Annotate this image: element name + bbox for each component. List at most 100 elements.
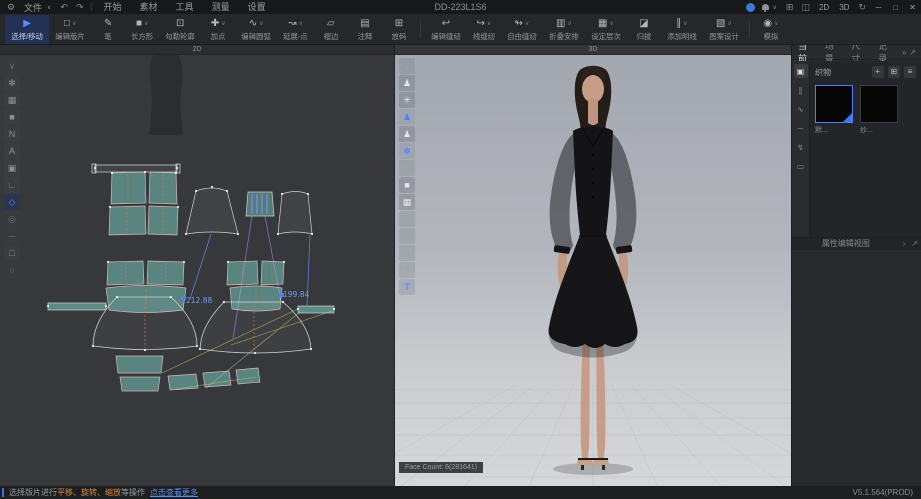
pattern-piece-waistband[interactable] xyxy=(92,164,180,173)
property-expand-icon[interactable]: ↗ xyxy=(908,239,921,248)
tabs-expand-icon[interactable]: ↗ xyxy=(909,48,921,57)
close-button[interactable]: ✕ xyxy=(904,3,921,12)
pattern-2d-canvas[interactable]: 212.88 199.84 xyxy=(0,45,394,486)
layout-dual-icon[interactable]: ◫ xyxy=(797,2,814,13)
stitch-line-icon[interactable]: ∿ xyxy=(794,102,808,116)
avatar-show-icon[interactable]: ♟ xyxy=(399,109,415,125)
trim-icon[interactable]: ▭ xyxy=(794,159,808,173)
menu-start[interactable]: 开始 xyxy=(95,0,131,14)
pattern-piece-pleat[interactable] xyxy=(246,192,274,216)
snap-icon[interactable]: ✻ xyxy=(4,75,20,91)
pattern-piece-band-right[interactable] xyxy=(298,306,334,313)
corner-tool-icon[interactable]: ∟ xyxy=(4,177,20,193)
maximize-button[interactable]: □ xyxy=(887,3,904,12)
show-names-icon[interactable]: N xyxy=(4,126,20,142)
tool-seam-edge[interactable]: ▱ 褶边 xyxy=(314,15,348,44)
tool-press[interactable]: ◪ 归拔 xyxy=(627,15,661,44)
status-more-link[interactable]: 点击查看更多 xyxy=(150,487,198,498)
tool-annotation[interactable]: ▤ 注释 xyxy=(348,15,382,44)
layout-quad-icon[interactable]: ⊞ xyxy=(782,2,798,13)
property-editor-bar[interactable]: 属性编辑视图 › ↗ xyxy=(792,237,921,250)
garment-wireframe-icon[interactable]: T xyxy=(399,279,415,295)
tool-pattern-design[interactable]: ▧∨ 图案设计 xyxy=(703,15,745,44)
grid-toggle-icon[interactable]: ▦ xyxy=(4,92,20,108)
tool-fold-arrange[interactable]: ▥∨ 折叠安排 xyxy=(543,15,585,44)
pattern-piece-skirt-center[interactable] xyxy=(200,302,311,353)
tool-add-point[interactable]: ✚∨ 加点 xyxy=(201,15,235,44)
tool-edit-pattern[interactable]: □∨ 编辑版片 xyxy=(49,15,91,44)
pattern-piece-sleeve-right[interactable] xyxy=(278,192,312,235)
pose-icon[interactable]: ✳ xyxy=(399,92,415,108)
avatar-display-icon[interactable]: ♟ xyxy=(399,75,415,91)
dropdown-chevron-icon[interactable]: ∨ xyxy=(259,20,263,27)
strip-collapse-icon[interactable]: ∨ xyxy=(399,58,415,74)
topstitch-icon[interactable]: ∥ xyxy=(794,83,808,97)
piping-icon[interactable]: ─ xyxy=(794,121,808,135)
lighting-icon[interactable]: ↯ xyxy=(794,140,808,154)
user-avatar[interactable] xyxy=(746,3,755,12)
tool-simulate[interactable]: ◉∨ 模拟 xyxy=(754,15,788,44)
pattern-pieces-bodice-top[interactable] xyxy=(109,172,178,235)
pin-icon[interactable]: ↧ xyxy=(399,211,415,227)
dropdown-chevron-icon[interactable]: ∨ xyxy=(727,20,731,27)
show-3d-box-icon[interactable]: ◇ xyxy=(4,194,20,210)
freeze-icon[interactable]: ✻ xyxy=(399,143,415,159)
bell-chevron-icon[interactable]: ∨ xyxy=(772,4,782,11)
pattern-fill-icon[interactable]: ■ xyxy=(4,109,20,125)
tool-edit-sewing[interactable]: ↩ 编辑缝纫 xyxy=(425,15,467,44)
tool-add-topstitch[interactable]: ∥∨ 添加明线 xyxy=(661,15,703,44)
undo-icon[interactable]: ↶ xyxy=(56,2,72,13)
dropdown-chevron-icon[interactable]: ∨ xyxy=(525,20,529,27)
view-2d-button[interactable]: 2D xyxy=(814,3,834,12)
dropdown-chevron-icon[interactable]: ∨ xyxy=(487,20,491,27)
notification-bell-icon[interactable] xyxy=(761,3,770,12)
menu-material[interactable]: 素材 xyxy=(131,0,167,14)
show-layers-icon[interactable]: ▣ xyxy=(4,160,20,176)
menu-tools[interactable]: 工具 xyxy=(167,0,203,14)
shape-icon[interactable]: ○ xyxy=(4,262,20,278)
fabric-icon[interactable]: ▣ xyxy=(794,64,808,78)
redo-icon[interactable]: ↷ xyxy=(72,2,88,13)
property-chevron-icon[interactable]: › xyxy=(900,239,909,248)
tool-rectangle[interactable]: ■∨ 长方形 xyxy=(125,15,159,44)
dropdown-chevron-icon[interactable]: ∨ xyxy=(683,20,687,27)
dropdown-chevron-icon[interactable]: ∨ xyxy=(774,20,778,27)
page-icon[interactable]: □ xyxy=(4,245,20,261)
add-fabric-button[interactable]: + xyxy=(872,66,884,78)
tool-select-move[interactable]: ▶ 选择/移动 xyxy=(5,15,49,44)
minimize-button[interactable]: ─ xyxy=(870,3,887,12)
mesh-grid-icon[interactable]: ▦ xyxy=(399,194,415,210)
dropdown-chevron-icon[interactable]: ∨ xyxy=(72,20,76,27)
fabric-swatch[interactable]: 纱... xyxy=(860,85,900,135)
view-3d-button[interactable]: 3D xyxy=(834,3,854,12)
fabric-thumbnail[interactable] xyxy=(815,85,853,123)
tool-extend-point[interactable]: ↝∨ 延展-点 xyxy=(277,15,314,44)
show-avatar-icon[interactable]: ◎ xyxy=(4,211,20,227)
show-annotations-icon[interactable]: A xyxy=(4,143,20,159)
tool-set-layers[interactable]: ▦∨ 设定层次 xyxy=(585,15,627,44)
tool-pen[interactable]: ✎ 笔 xyxy=(91,15,125,44)
dropdown-chevron-icon[interactable]: ∨ xyxy=(299,20,303,27)
refresh-icon[interactable]: ↻ xyxy=(854,2,870,13)
dropdown-chevron-icon[interactable]: ∨ xyxy=(221,20,225,27)
dropdown-chevron-icon[interactable]: ∨ xyxy=(567,20,571,27)
avatar-alt-icon[interactable]: ♟ xyxy=(399,126,415,142)
surface-dim-icon[interactable]: ◻ xyxy=(399,160,415,176)
tool-grading[interactable]: ⊞ 放码 xyxy=(382,15,416,44)
viewport-3d[interactable]: 3D ∨ ♟ ✳ ♟ ♟ ✻ ◻ ■ ▦ ↧ ⌖ ♙ T T Face Coun… xyxy=(394,45,791,486)
tool-edit-arc[interactable]: ∿∨ 编辑圆弧 xyxy=(235,15,277,44)
list-view-icon[interactable]: ≡ xyxy=(904,66,916,78)
mannequin-icon[interactable]: ♙ xyxy=(399,245,415,261)
tool-free-sewing[interactable]: ↬∨ 自由缝纫 xyxy=(501,15,543,44)
measure-tape-icon[interactable]: ⌖ xyxy=(399,228,415,244)
dropdown-chevron-icon[interactable]: ∨ xyxy=(609,20,613,27)
pattern-piece-band-left[interactable] xyxy=(48,303,106,310)
garment-dim-icon[interactable]: T xyxy=(399,262,415,278)
surface-icon[interactable]: ■ xyxy=(399,177,415,193)
strip-collapse-icon[interactable]: ∨ xyxy=(4,58,20,74)
fabric-thumbnail[interactable] xyxy=(860,85,898,123)
pattern-pieces-bottom[interactable] xyxy=(116,356,260,391)
grid-view-icon[interactable]: ⊞ xyxy=(888,66,900,78)
menu-file[interactable]: 文件 xyxy=(22,1,46,14)
tool-line-sewing[interactable]: ↪∨ 线缝纫 xyxy=(467,15,501,44)
